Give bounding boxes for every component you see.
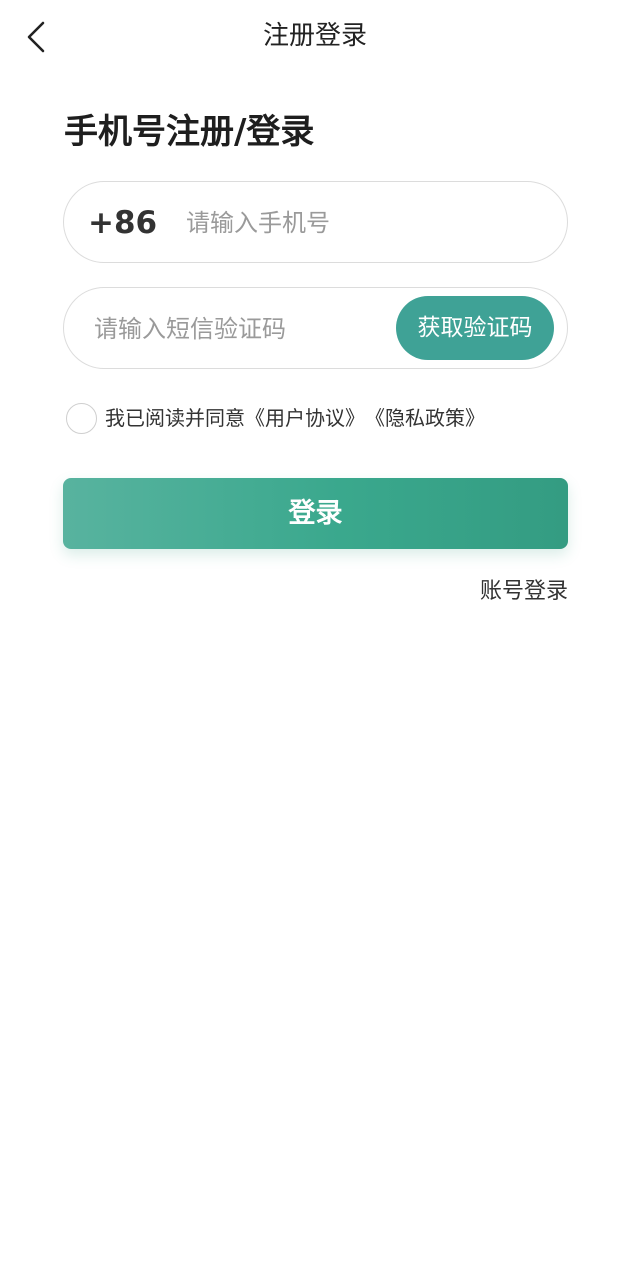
user-agreement-link[interactable]: 《用户协议》 [245,403,365,433]
agreement-text: 我已阅读并同意 [105,406,245,430]
sms-code-input[interactable] [94,308,384,350]
agreement-checkbox[interactable] [66,402,97,434]
privacy-policy-link[interactable]: 《隐私政策》 [365,403,485,433]
account-login-link[interactable]: 账号登录 [480,576,568,608]
page-title: 注册登录 [262,21,367,51]
phone-input-box: +86 [63,181,568,263]
navigation-bar: 注册登录 [0,0,630,72]
register-login-page: 注册登录 手机号注册/登录 +86 获取验证码 我已阅读并同意 《用户协议》 《… [0,0,630,1280]
country-code[interactable]: +86 [88,204,157,242]
login-button[interactable]: 登录 [63,478,568,549]
phone-input[interactable] [186,202,546,244]
sms-code-input-box: 获取验证码 [63,287,568,369]
agreement-row: 我已阅读并同意 《用户协议》 《隐私政策》 [66,402,485,434]
section-title: 手机号注册/登录 [64,112,315,152]
get-verification-code-button[interactable]: 获取验证码 [396,296,554,360]
